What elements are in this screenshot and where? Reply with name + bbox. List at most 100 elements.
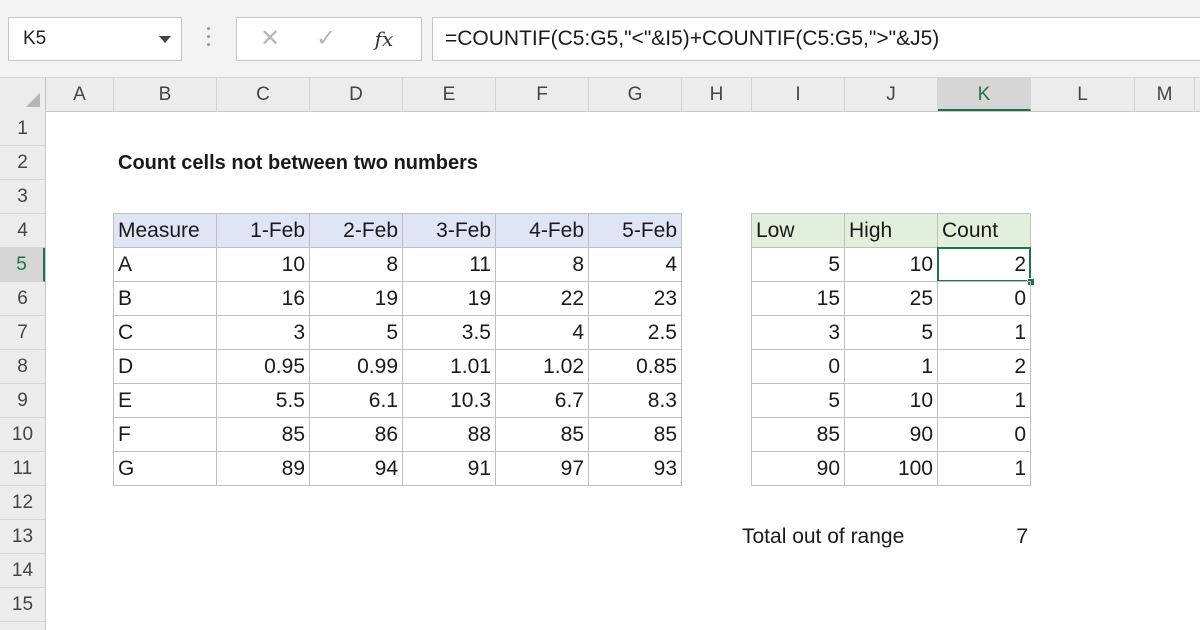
data-cell[interactable]: E (113, 383, 217, 418)
column-header-l[interactable]: L (1031, 78, 1135, 111)
range-cell[interactable]: 25 (844, 281, 938, 316)
range-cell[interactable]: 2 (937, 349, 1031, 384)
range-cell[interactable]: 3 (751, 315, 845, 350)
row-header-13[interactable]: 13 (0, 520, 45, 554)
drag-handle-icon[interactable] (204, 22, 212, 56)
data-cell[interactable]: G (113, 451, 217, 486)
data-cell[interactable]: 5.5 (216, 383, 310, 418)
range-cell[interactable]: 0 (937, 281, 1031, 316)
data-cell[interactable]: 10 (216, 247, 310, 282)
range-cell[interactable]: 10 (844, 383, 938, 418)
row-header-14[interactable]: 14 (0, 554, 45, 588)
chevron-down-icon[interactable] (159, 36, 171, 43)
range-cell[interactable]: 90 (844, 417, 938, 452)
cancel-x-icon[interactable]: ✕ (247, 18, 293, 60)
data-cell[interactable]: 1.02 (495, 349, 589, 384)
row-header-9[interactable]: 9 (0, 384, 45, 418)
row-header-7[interactable]: 7 (0, 316, 45, 350)
range-cell[interactable]: 1 (937, 451, 1031, 486)
data-cell[interactable]: 91 (402, 451, 496, 486)
row-header-5[interactable]: 5 (0, 248, 45, 282)
column-header-j[interactable]: J (845, 78, 938, 111)
data-cell[interactable]: D (113, 349, 217, 384)
selected-cell-k5[interactable]: 2 (937, 247, 1031, 282)
data-header-4[interactable]: 3-Feb (402, 213, 496, 248)
column-header-a[interactable]: A (46, 78, 114, 111)
range-cell[interactable]: 0 (937, 417, 1031, 452)
range-cell[interactable]: 85 (751, 417, 845, 452)
data-cell[interactable]: 86 (309, 417, 403, 452)
column-header-b[interactable]: B (114, 78, 217, 111)
insert-function-icon[interactable]: fx (361, 18, 407, 60)
data-cell[interactable]: 6.1 (309, 383, 403, 418)
column-header-e[interactable]: E (403, 78, 496, 111)
data-cell[interactable]: 89 (216, 451, 310, 486)
range-cell[interactable]: 5 (844, 315, 938, 350)
total-value[interactable]: 7 (938, 520, 1032, 555)
data-cell[interactable]: 8 (495, 247, 589, 282)
data-cell[interactable]: A (113, 247, 217, 282)
data-cell[interactable]: 85 (216, 417, 310, 452)
column-header-c[interactable]: C (217, 78, 310, 111)
data-cell[interactable]: 3.5 (402, 315, 496, 350)
column-header-f[interactable]: F (496, 78, 589, 111)
column-header-d[interactable]: D (310, 78, 403, 111)
column-header-m[interactable]: M (1135, 78, 1195, 111)
range-cell[interactable]: 15 (751, 281, 845, 316)
formula-input[interactable]: =COUNTIF(C5:G5,"<"&I5)+COUNTIF(C5:G5,">"… (432, 17, 1200, 61)
row-header-1[interactable]: 1 (0, 112, 45, 146)
data-cell[interactable]: 8.3 (588, 383, 682, 418)
enter-check-icon[interactable]: ✓ (303, 18, 349, 60)
data-header-3[interactable]: 2-Feb (309, 213, 403, 248)
row-header-11[interactable]: 11 (0, 452, 45, 486)
data-header-1[interactable]: Measure (113, 213, 217, 248)
range-cell[interactable]: 1 (937, 383, 1031, 418)
data-cell[interactable]: 6.7 (495, 383, 589, 418)
data-cell[interactable]: C (113, 315, 217, 350)
total-label[interactable]: Total out of range (742, 520, 929, 555)
column-header-k[interactable]: K (938, 78, 1031, 111)
data-cell[interactable]: 0.85 (588, 349, 682, 384)
range-header-1[interactable]: Low (751, 213, 845, 248)
data-header-2[interactable]: 1-Feb (216, 213, 310, 248)
data-cell[interactable]: 94 (309, 451, 403, 486)
range-header-2[interactable]: High (844, 213, 938, 248)
row-header-10[interactable]: 10 (0, 418, 45, 452)
data-cell[interactable]: 85 (588, 417, 682, 452)
select-all-corner[interactable] (0, 78, 46, 112)
data-cell[interactable]: 93 (588, 451, 682, 486)
row-header-3[interactable]: 3 (0, 180, 45, 214)
data-cell[interactable]: 97 (495, 451, 589, 486)
data-header-6[interactable]: 5-Feb (588, 213, 682, 248)
data-cell[interactable]: 85 (495, 417, 589, 452)
data-cell[interactable]: 4 (588, 247, 682, 282)
range-cell[interactable]: 5 (751, 247, 845, 282)
data-cell[interactable]: 19 (402, 281, 496, 316)
data-cell[interactable]: 22 (495, 281, 589, 316)
column-header-h[interactable]: H (682, 78, 752, 111)
data-cell[interactable]: 0.99 (309, 349, 403, 384)
sheet-title[interactable]: Count cells not between two numbers (114, 146, 497, 181)
range-cell[interactable]: 90 (751, 451, 845, 486)
range-cell[interactable]: 10 (844, 247, 938, 282)
range-cell[interactable]: 1 (937, 315, 1031, 350)
data-cell[interactable]: B (113, 281, 217, 316)
data-cell[interactable]: 10.3 (402, 383, 496, 418)
cell-area[interactable]: Count cells not between two numbers Measu… (46, 112, 1200, 630)
row-header-15[interactable]: 15 (0, 588, 45, 622)
row-header-6[interactable]: 6 (0, 282, 45, 316)
data-cell[interactable]: 1.01 (402, 349, 496, 384)
column-header-i[interactable]: I (752, 78, 845, 111)
range-cell[interactable]: 1 (844, 349, 938, 384)
column-header-g[interactable]: G (589, 78, 682, 111)
data-cell[interactable]: 0.95 (216, 349, 310, 384)
name-box[interactable]: K5 (8, 17, 182, 61)
row-header-4[interactable]: 4 (0, 214, 45, 248)
data-cell[interactable]: 5 (309, 315, 403, 350)
data-header-5[interactable]: 4-Feb (495, 213, 589, 248)
range-cell[interactable]: 5 (751, 383, 845, 418)
data-cell[interactable]: 16 (216, 281, 310, 316)
row-header-8[interactable]: 8 (0, 350, 45, 384)
row-header-2[interactable]: 2 (0, 146, 45, 180)
data-cell[interactable]: 23 (588, 281, 682, 316)
